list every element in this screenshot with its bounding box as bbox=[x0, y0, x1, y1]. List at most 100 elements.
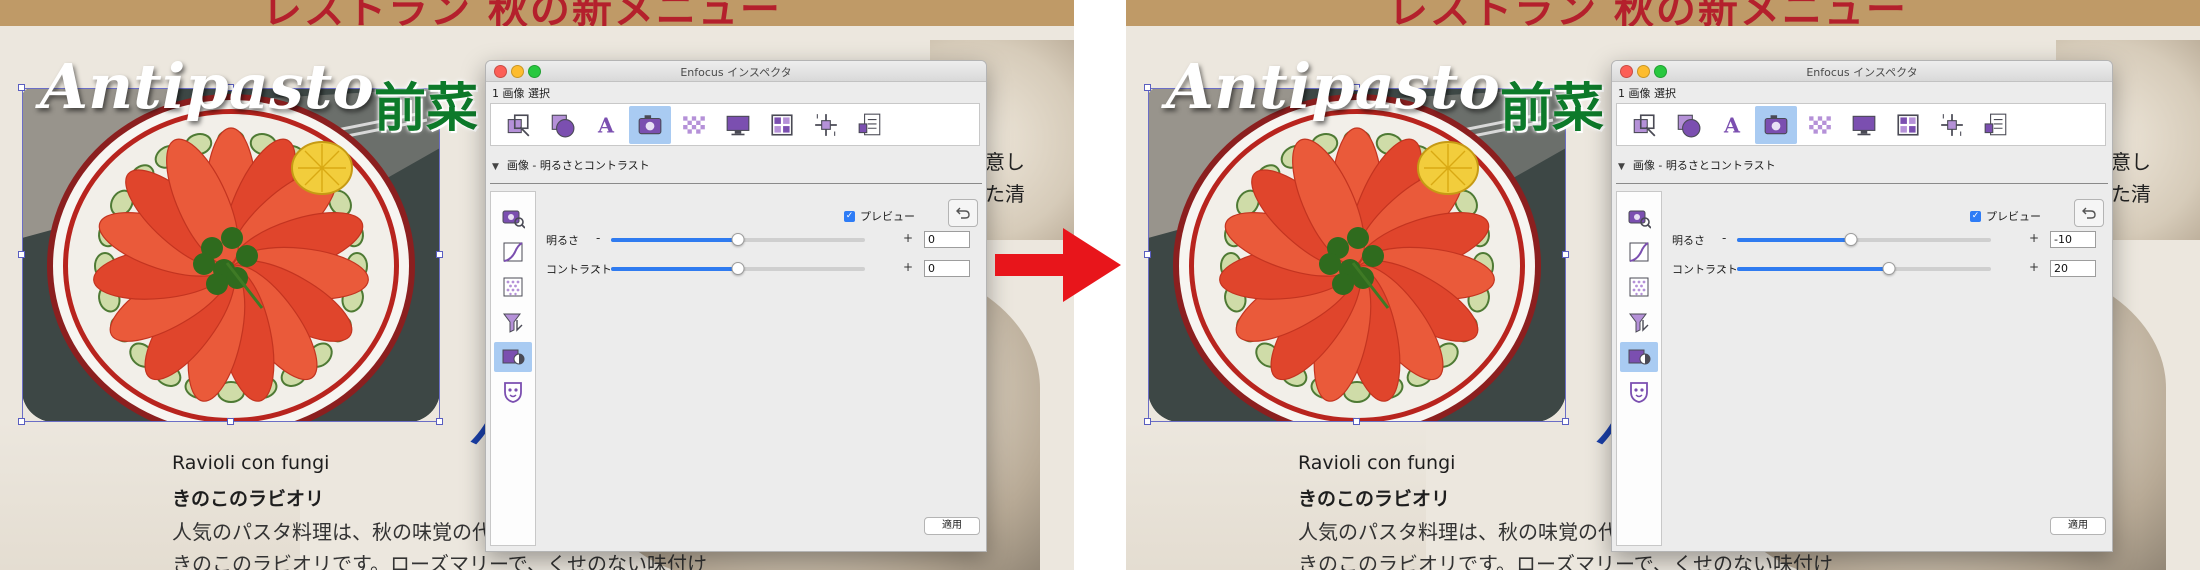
tool-shape-button[interactable] bbox=[541, 106, 583, 144]
slider-knob[interactable] bbox=[731, 262, 745, 275]
title-antipasto: Antipasto bbox=[1166, 50, 1500, 123]
brightness-slider[interactable] bbox=[611, 233, 865, 246]
tool-display-button[interactable] bbox=[717, 106, 759, 144]
tool-shape-button[interactable] bbox=[1667, 106, 1709, 144]
tool-document-button[interactable] bbox=[849, 106, 891, 144]
slider-fill bbox=[611, 267, 738, 271]
banner-title: レストラン 秋の新メニュー bbox=[1388, 0, 1908, 26]
right-text-line: た清 bbox=[2111, 182, 2151, 206]
section-header[interactable]: ▼ 画像 - 明るさとコントラスト bbox=[1618, 157, 1776, 173]
undo-icon bbox=[956, 207, 970, 219]
title-bar[interactable]: Enfocus インスペクタ bbox=[1612, 61, 2112, 82]
slider-knob[interactable] bbox=[1844, 233, 1858, 246]
side-image-inspect-button[interactable] bbox=[494, 202, 532, 232]
side-filter-button[interactable] bbox=[1620, 307, 1658, 337]
undo-icon bbox=[2082, 207, 2096, 219]
tool-image-button[interactable] bbox=[629, 105, 671, 144]
side-mask-button[interactable] bbox=[494, 377, 532, 407]
brightness-value-field[interactable]: 0 bbox=[924, 231, 970, 248]
side-brightness-contrast-button[interactable] bbox=[1620, 342, 1658, 372]
mask-icon bbox=[1630, 382, 1648, 403]
apply-button[interactable]: 適用 bbox=[2050, 517, 2106, 535]
image-tools-sidebar bbox=[1616, 191, 1662, 546]
object-icon bbox=[507, 113, 530, 136]
tool-display-button[interactable] bbox=[1843, 106, 1885, 144]
dither-icon bbox=[503, 277, 523, 297]
body-line: きのこのラビオリ bbox=[1298, 488, 1451, 510]
resize-handle[interactable] bbox=[1353, 418, 1360, 425]
side-brightness-contrast-button[interactable] bbox=[494, 342, 532, 372]
disclosure-triangle-icon[interactable]: ▼ bbox=[1618, 162, 1625, 172]
tool-object-button[interactable] bbox=[1623, 106, 1665, 144]
side-dither-button[interactable] bbox=[1620, 272, 1658, 302]
disclosure-triangle-icon[interactable]: ▼ bbox=[492, 162, 499, 172]
tool-transparency-button[interactable] bbox=[1799, 106, 1841, 144]
document-icon bbox=[858, 113, 881, 135]
tool-document-button[interactable] bbox=[1975, 106, 2017, 144]
contrast-value-field[interactable]: 20 bbox=[2050, 260, 2096, 277]
tool-transparency-button[interactable] bbox=[673, 106, 715, 144]
side-curves-button[interactable] bbox=[1620, 237, 1658, 267]
contrast-slider[interactable] bbox=[1737, 262, 1991, 275]
tool-image-button[interactable] bbox=[1755, 105, 1797, 144]
dither-icon bbox=[1629, 277, 1649, 297]
image-icon bbox=[1764, 114, 1788, 134]
resize-handle[interactable] bbox=[1144, 418, 1151, 425]
resize-handle[interactable] bbox=[1562, 251, 1569, 258]
tool-object-button[interactable] bbox=[497, 106, 539, 144]
resize-handle[interactable] bbox=[18, 251, 25, 258]
slider-knob[interactable] bbox=[731, 233, 745, 246]
section-divider bbox=[490, 183, 982, 184]
section-divider bbox=[1616, 183, 2108, 184]
title-bar[interactable]: Enfocus インスペクタ bbox=[486, 61, 986, 82]
resize-handle[interactable] bbox=[436, 251, 443, 258]
tool-text-button[interactable]: A bbox=[585, 106, 627, 144]
preview-checkbox[interactable]: ✓ bbox=[844, 210, 855, 222]
side-dither-button[interactable] bbox=[494, 272, 532, 302]
resize-handle[interactable] bbox=[1144, 251, 1151, 258]
resize-handle[interactable] bbox=[1144, 84, 1151, 91]
right-text-line: た清 bbox=[985, 182, 1025, 206]
resize-handle[interactable] bbox=[1562, 418, 1569, 425]
image-inspect-icon bbox=[502, 210, 525, 229]
resize-handle[interactable] bbox=[18, 418, 25, 425]
document-banner: レストラン 秋の新メニュー bbox=[0, 0, 1074, 26]
resize-handle[interactable] bbox=[18, 84, 25, 91]
tool-position-button[interactable] bbox=[805, 106, 847, 144]
brightness-value-field[interactable]: -10 bbox=[2050, 231, 2096, 248]
slider-fill bbox=[1737, 267, 1890, 271]
side-filter-button[interactable] bbox=[494, 307, 532, 337]
object-icon bbox=[1633, 113, 1656, 136]
contrast-plus: + bbox=[903, 260, 914, 274]
body-line: Ravioli con fungi bbox=[1298, 452, 1456, 474]
preview-toggle[interactable]: ✓ プレビュー bbox=[844, 208, 915, 224]
contrast-plus: + bbox=[2029, 260, 2040, 274]
side-mask-button[interactable] bbox=[1620, 377, 1658, 407]
image-icon bbox=[638, 114, 662, 134]
tool-position-button[interactable] bbox=[1931, 106, 1973, 144]
section-header[interactable]: ▼ 画像 - 明るさとコントラスト bbox=[492, 157, 650, 173]
side-image-inspect-button[interactable] bbox=[1620, 202, 1658, 232]
preview-checkbox[interactable]: ✓ bbox=[1970, 210, 1981, 222]
title-antipasto: Antipasto bbox=[40, 50, 374, 123]
tool-layers-button[interactable] bbox=[761, 106, 803, 144]
resize-handle[interactable] bbox=[436, 418, 443, 425]
preview-toggle[interactable]: ✓ プレビュー bbox=[1970, 208, 2041, 224]
transparency-icon bbox=[683, 115, 705, 134]
banner-title: レストラン 秋の新メニュー bbox=[262, 0, 782, 26]
side-curves-button[interactable] bbox=[494, 237, 532, 267]
slider-knob[interactable] bbox=[1882, 262, 1896, 275]
reset-button[interactable] bbox=[2074, 199, 2104, 227]
window-title: Enfocus インスペクタ bbox=[1806, 66, 1918, 79]
brightness-slider[interactable] bbox=[1737, 233, 1991, 246]
curves-icon bbox=[503, 242, 523, 262]
contrast-value-field[interactable]: 0 bbox=[924, 260, 970, 277]
contrast-slider[interactable] bbox=[611, 262, 865, 275]
resize-handle[interactable] bbox=[227, 418, 234, 425]
reset-button[interactable] bbox=[948, 199, 978, 227]
display-icon bbox=[1852, 115, 1876, 135]
tool-layers-button[interactable] bbox=[1887, 106, 1929, 144]
brightness-minus: - bbox=[596, 231, 601, 245]
apply-button[interactable]: 適用 bbox=[924, 517, 980, 535]
tool-text-button[interactable]: A bbox=[1711, 106, 1753, 144]
